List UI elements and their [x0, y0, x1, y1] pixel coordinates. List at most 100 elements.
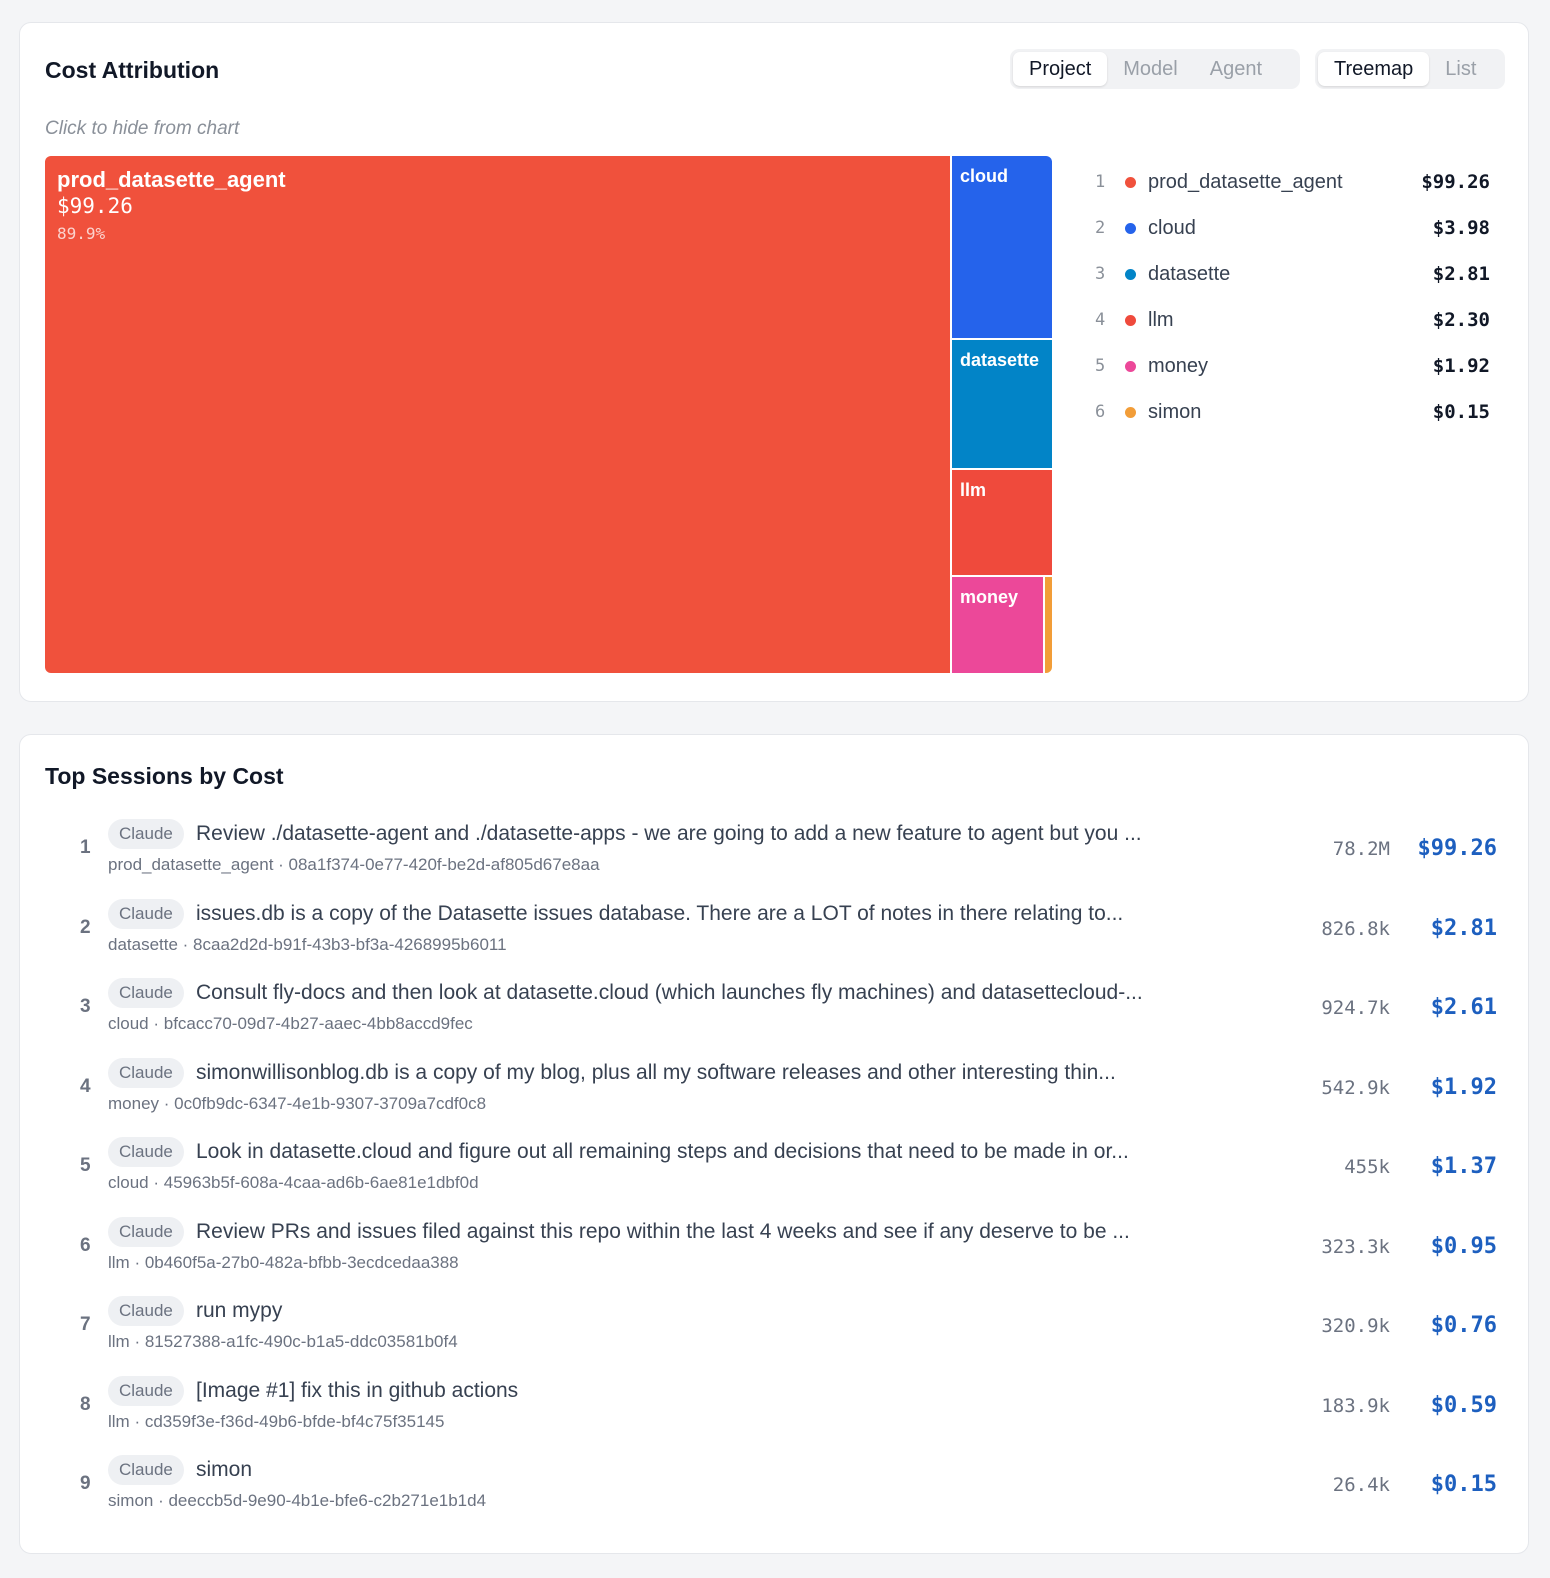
legend-item-cloud[interactable]: 2 cloud $3.98	[1095, 205, 1490, 251]
treemap-tile-label: cloud	[960, 166, 1008, 186]
session-title: [Image #1] fix this in github actions	[196, 1378, 519, 1402]
treemap-tile-percent: 89.9%	[57, 224, 106, 243]
session-rank: 6	[80, 1234, 91, 1256]
session-meta: cloud · bfcacc70-09d7-4b27-aaec-4bb8accd…	[108, 1014, 473, 1033]
agent-badge: Claude	[108, 819, 184, 849]
legend-name: datasette	[1148, 262, 1231, 285]
session-title: Review PRs and issues filed against this…	[196, 1219, 1130, 1243]
cost-attribution-title: Cost Attribution	[45, 57, 220, 83]
session-row[interactable]: 1 Claude Review ./datasette-agent and ./da…	[45, 811, 1505, 891]
treemap-tile-cloud[interactable]: cloud	[952, 156, 1052, 338]
session-row[interactable]: 6 Claude Review PRs and issues filed again…	[45, 1209, 1505, 1289]
agent-badge: Claude	[108, 1216, 184, 1247]
cost-legend: 1 prod_datasette_agent $99.26 2 cloud $3.98 3 d…	[1095, 159, 1490, 435]
treemap-tile-cost: $99.26	[57, 194, 133, 218]
session-row[interactable]: 3 Claude Consult fly-docs and then look at…	[45, 970, 1505, 1050]
legend-color-dot	[1125, 222, 1136, 234]
legend-name: money	[1148, 354, 1209, 377]
treemap-tile-label: money	[960, 587, 1019, 607]
session-cost: $0.76	[1430, 1313, 1497, 1338]
legend-name: cloud	[1148, 216, 1196, 239]
session-rank: 8	[80, 1393, 91, 1415]
session-meta: datasette · 8caa2d2d-b91f-43b3-bf3a-4268…	[108, 934, 507, 954]
legend-rank: 1	[1095, 172, 1106, 192]
tab-treemap[interactable]: Treemap	[1318, 52, 1430, 86]
session-row[interactable]: 8 Claude [Image #1] fix this in github act…	[45, 1368, 1505, 1448]
agent-badge: Claude	[108, 1057, 184, 1088]
session-title: Consult fly-docs and then look at datase…	[196, 981, 1143, 1004]
session-cost: $1.92	[1430, 1074, 1497, 1100]
session-cost: $99.26	[1417, 836, 1497, 861]
session-row[interactable]: 9 Claude simon simon · deeccb5d-9e90-4b1e-b…	[45, 1447, 1505, 1527]
top-sessions-title: Top Sessions by Cost	[45, 763, 284, 789]
legend-cost: $2.81	[1432, 263, 1490, 285]
agent-badge: Claude	[108, 898, 184, 929]
legend-rank: 4	[1095, 310, 1106, 330]
session-row[interactable]: 4 Claude simonwillisonblog.db is a copy of…	[45, 1050, 1505, 1130]
session-title: Review ./datasette-agent and ./datasette…	[196, 822, 1142, 845]
treemap-tile-datasette[interactable]: datasette	[952, 340, 1052, 468]
legend-name: simon	[1148, 400, 1202, 423]
legend-cost: $3.98	[1432, 217, 1490, 239]
session-meta: llm · cd359f3e-f36d-49b6-bfde-bf4c75f351…	[108, 1411, 445, 1431]
legend-item-simon[interactable]: 6 simon $0.15	[1095, 389, 1490, 435]
session-title: issues.db is a copy of the Datasette iss…	[196, 901, 1124, 925]
session-tokens: 826.8k	[1321, 917, 1390, 940]
legend-cost: $0.15	[1432, 401, 1490, 423]
treemap-tile-money[interactable]: money	[952, 577, 1043, 673]
session-rank: 2	[80, 916, 91, 938]
agent-badge: Claude	[108, 1137, 184, 1167]
treemap-tile-prod-datasette-agent[interactable]: prod_datasette_agent $99.26 89.9%	[45, 156, 950, 673]
session-rank: 3	[80, 996, 91, 1017]
legend-color-dot	[1125, 268, 1136, 280]
legend-item-llm[interactable]: 4 llm $2.30	[1095, 297, 1490, 343]
session-tokens: 924.7k	[1321, 997, 1390, 1019]
session-title: simonwillisonblog.db is a copy of my blo…	[196, 1060, 1116, 1084]
session-row[interactable]: 5 Claude Look in datasette.cloud and figur…	[45, 1129, 1505, 1209]
session-meta: llm · 0b460f5a-27b0-482a-bfbb-3ecdcedaa3…	[108, 1252, 459, 1272]
treemap-tile-simon[interactable]	[1045, 577, 1052, 673]
session-cost: $0.59	[1430, 1392, 1497, 1418]
legend-cost: $99.26	[1421, 171, 1490, 193]
legend-cost: $2.30	[1432, 309, 1490, 331]
session-rank: 9	[80, 1473, 91, 1494]
session-meta: llm · 81527388-a1fc-490c-b1a5-ddc03581b0…	[108, 1332, 458, 1351]
session-rank: 7	[80, 1314, 91, 1335]
treemap-tile-llm[interactable]: llm	[952, 470, 1052, 575]
session-tokens: 455k	[1344, 1156, 1390, 1178]
session-list: 1 Claude Review ./datasette-agent and ./da…	[45, 811, 1505, 1527]
tab-model[interactable]: Model	[1107, 52, 1193, 86]
session-cost: $2.81	[1430, 915, 1497, 941]
session-tokens: 26.4k	[1332, 1474, 1390, 1496]
agent-badge: Claude	[108, 1375, 184, 1406]
legend-color-dot	[1125, 360, 1136, 372]
legend-color-dot	[1125, 314, 1136, 326]
tab-project[interactable]: Project	[1013, 52, 1108, 86]
legend-cost: $1.92	[1432, 355, 1490, 377]
session-tokens: 183.9k	[1321, 1394, 1390, 1417]
legend-item-prod-datasette-agent[interactable]: 1 prod_datasette_agent $99.26	[1095, 159, 1490, 205]
session-title: simon	[196, 1458, 253, 1481]
legend-rank: 6	[1095, 402, 1106, 422]
session-rank: 4	[80, 1075, 91, 1097]
session-cost: $0.95	[1430, 1233, 1497, 1259]
legend-item-money[interactable]: 5 money $1.92	[1095, 343, 1490, 389]
session-cost: $2.61	[1430, 995, 1497, 1020]
legend-item-datasette[interactable]: 3 datasette $2.81	[1095, 251, 1490, 297]
treemap-tile-label: datasette	[960, 350, 1040, 370]
tab-agent[interactable]: Agent	[1194, 52, 1278, 86]
treemap-tile-label: llm	[960, 480, 987, 500]
view-toggle: Treemap List	[1315, 49, 1505, 89]
legend-name: prod_datasette_agent	[1148, 170, 1343, 193]
legend-color-dot	[1125, 406, 1136, 418]
chart-hint: Click to hide from chart	[45, 118, 240, 139]
top-sessions-card: Top Sessions by Cost 1 Claude Review ./dat…	[19, 734, 1529, 1554]
session-row[interactable]: 2 Claude issues.db is a copy of the Datase…	[45, 891, 1505, 971]
legend-rank: 3	[1095, 264, 1106, 284]
agent-badge: Claude	[108, 1455, 184, 1485]
tab-list[interactable]: List	[1429, 52, 1492, 86]
session-row[interactable]: 7 Claude run mypy llm · 81527388-a1fc-490c-…	[45, 1288, 1505, 1368]
session-cost: $1.37	[1430, 1154, 1497, 1179]
session-meta: prod_datasette_agent · 08a1f374-0e77-420…	[108, 855, 600, 874]
session-meta: simon · deeccb5d-9e90-4b1e-bfe6-c2b271e1…	[108, 1491, 487, 1510]
